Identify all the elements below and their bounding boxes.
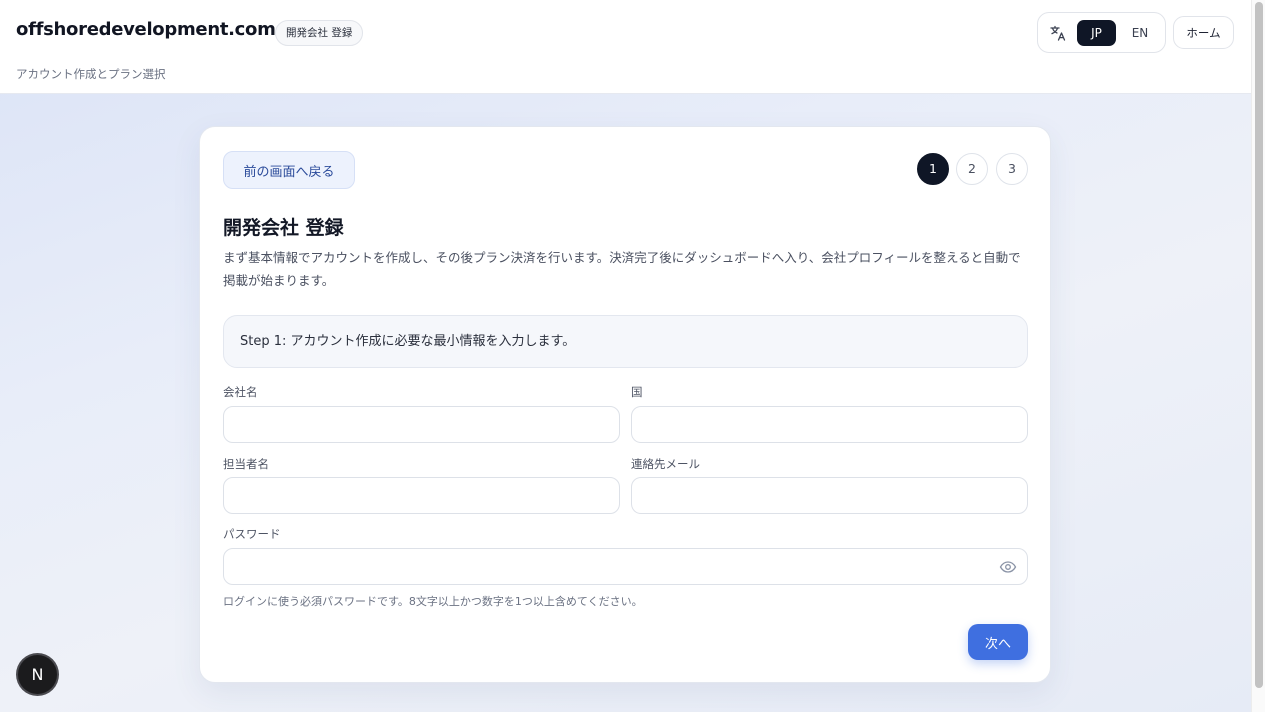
eye-icon[interactable] [999,559,1017,575]
step-indicator-1: 1 [917,153,949,185]
page-badge: 開発会社 登録 [275,20,364,46]
language-switcher: JP EN [1037,12,1166,53]
scrollbar[interactable] [1251,0,1265,712]
translate-icon [1050,25,1066,41]
company-name-label: 会社名 [223,385,258,399]
top-bar: offshoredevelopment.com 開発会社 登録 アカウント作成と… [0,0,1251,94]
page-description: まず基本情報でアカウントを作成し、その後プラン決済を行います。決済完了後にダッシ… [223,250,1021,288]
back-button[interactable]: 前の画面へ戻る [223,151,355,189]
contact-email-label: 連絡先メール [631,457,700,471]
country-input[interactable] [631,406,1028,443]
brand-logo[interactable]: offshoredevelopment.com [16,19,276,40]
dev-tools-badge[interactable]: N [18,655,57,694]
contact-email-input[interactable] [631,477,1028,514]
language-option-jp[interactable]: JP [1077,20,1116,46]
registration-card: 前の画面へ戻る 1 2 3 開発会社 登録 まず基本情報でアカウントを作成し、そ… [199,126,1051,683]
next-button[interactable]: 次へ [968,624,1028,660]
language-option-en[interactable]: EN [1122,20,1158,46]
password-hint: ログインに使う必須パスワードです。8文字以上かつ数字を1つ以上含めてください。 [223,595,643,608]
contact-name-label: 担当者名 [223,457,269,471]
scrollbar-thumb[interactable] [1255,2,1263,688]
page-subtitle: アカウント作成とプラン選択 [16,67,166,81]
step-indicator-3: 3 [996,153,1028,185]
company-name-input[interactable] [223,406,620,443]
country-label: 国 [631,385,643,399]
step-note: Step 1: アカウント作成に必要な最小情報を入力します。 [223,315,1028,368]
page-title: 開発会社 登録 [223,217,344,239]
password-label: パスワード [223,527,281,541]
home-button[interactable]: ホーム [1173,16,1234,49]
password-input[interactable] [223,548,1028,585]
step-indicator-2: 2 [956,153,988,185]
contact-name-input[interactable] [223,477,620,514]
